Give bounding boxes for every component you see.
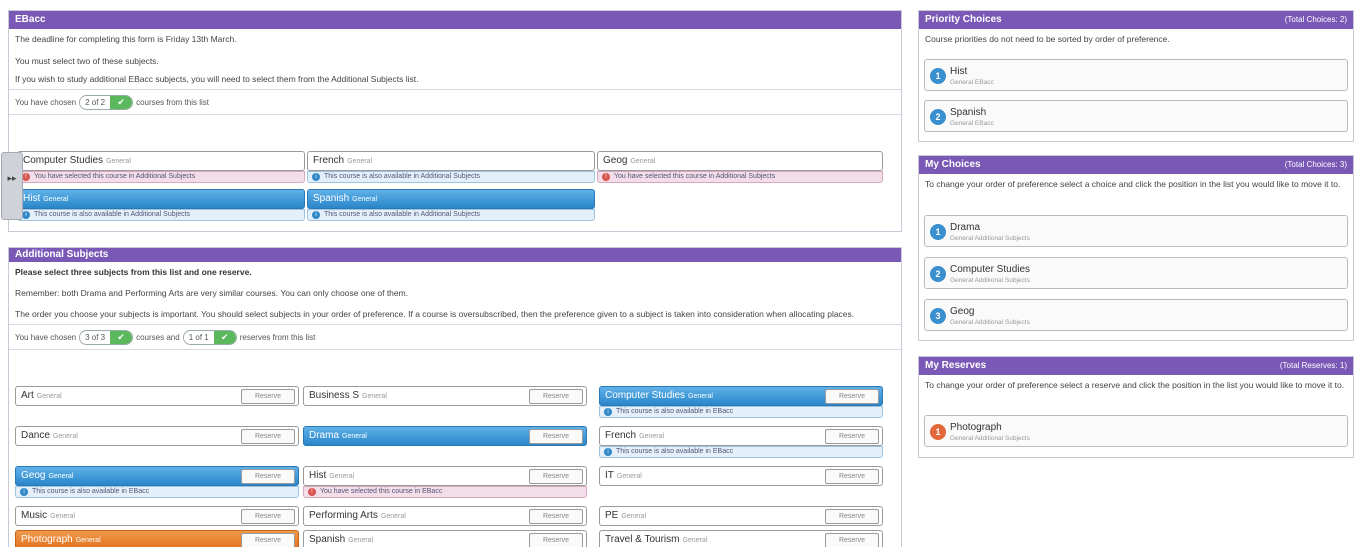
my-reserves-description: To change your order of preference selec…: [925, 380, 1345, 390]
ebacc-panel: EBacc The deadline for completing this f…: [8, 10, 902, 232]
additional-course-drama[interactable]: Drama General Reserve: [303, 426, 587, 446]
additional-course-it[interactable]: IT General Reserve: [599, 466, 883, 486]
additional-course-photograph[interactable]: Photograph General Reserve: [15, 530, 299, 547]
my-reserves-panel: My Reserves (Total Reserves: 1) To chang…: [918, 356, 1354, 458]
additional-course-note: i This course is also available in EBacc: [599, 406, 883, 418]
additional-course-business-s[interactable]: Business S General Reserve: [303, 386, 587, 406]
choice-item[interactable]: 1 Drama General Additional Subjects: [924, 215, 1348, 247]
additional-course-geog[interactable]: Geog General Reserve: [15, 466, 299, 486]
priority-number-badge: 1: [930, 68, 946, 84]
additional-reserve-counter: 1 of 1 ✔: [182, 329, 237, 345]
warning-icon: !: [602, 173, 610, 181]
additional-course-computer-studies[interactable]: Computer Studies General Reserve: [599, 386, 883, 406]
ebacc-course-french[interactable]: French General: [307, 151, 595, 171]
reserve-button[interactable]: Reserve: [825, 389, 879, 404]
reserve-button[interactable]: Reserve: [241, 469, 295, 484]
priority-item[interactable]: 1 Hist General EBacc: [924, 59, 1348, 91]
ebacc-chosen-counter: 2 of 2 ✔: [79, 94, 134, 110]
reserve-button[interactable]: Reserve: [825, 429, 879, 444]
additional-line-3: The order you choose your subjects is im…: [15, 309, 855, 319]
priority-number-badge: 2: [930, 109, 946, 125]
choice-number-badge: 3: [930, 308, 946, 324]
reserve-button[interactable]: Reserve: [241, 389, 295, 404]
check-icon: ✔: [213, 330, 236, 344]
additional-line-2: Remember: both Drama and Performing Arts…: [15, 288, 409, 298]
info-icon: i: [312, 211, 320, 219]
reserve-button[interactable]: Reserve: [241, 429, 295, 444]
additional-panel-title: Additional Subjects: [9, 248, 901, 262]
additional-course-pe[interactable]: PE General Reserve: [599, 506, 883, 526]
ebacc-course-note: i This course is also available in Additi…: [307, 209, 595, 221]
reserve-button[interactable]: Reserve: [529, 533, 583, 547]
reserve-button[interactable]: Reserve: [529, 469, 583, 484]
double-arrow-icon: ▸▸: [7, 173, 17, 183]
additional-course-spanish[interactable]: Spanish General Reserve: [303, 530, 587, 547]
ebacc-course-note: ! You have selected this course in Additi…: [17, 171, 305, 183]
reserve-item[interactable]: 1 Photograph General Additional Subjects: [924, 415, 1348, 447]
warning-icon: !: [22, 173, 30, 181]
my-reserves-title: My Reserves: [925, 360, 987, 371]
reserve-number-badge: 1: [930, 424, 946, 440]
info-icon: i: [22, 211, 30, 219]
ebacc-course-hist[interactable]: Hist General: [17, 189, 305, 209]
check-icon: ✔: [110, 330, 133, 344]
ebacc-course-note: i This course is also available in Additi…: [17, 209, 305, 221]
choice-item[interactable]: 2 Computer Studies General Additional Su…: [924, 257, 1348, 289]
priority-total-count: (Total Choices: 2): [1284, 15, 1347, 24]
additional-subjects-panel: Additional Subjects Please select three …: [8, 247, 902, 547]
info-icon: i: [20, 488, 28, 496]
my-reserves-total-count: (Total Reserves: 1): [1279, 361, 1347, 370]
reserve-button[interactable]: Reserve: [529, 389, 583, 404]
info-icon: i: [604, 448, 612, 456]
additional-course-music[interactable]: Music General Reserve: [15, 506, 299, 526]
info-icon: i: [604, 408, 612, 416]
additional-course-travel-tourism[interactable]: Travel & Tourism General Reserve: [599, 530, 883, 547]
priority-item[interactable]: 2 Spanish General EBacc: [924, 100, 1348, 132]
reserve-button[interactable]: Reserve: [825, 533, 879, 547]
choice-number-badge: 1: [930, 224, 946, 240]
additional-course-note: i This course is also available in EBacc: [599, 446, 883, 458]
additional-course-dance[interactable]: Dance General Reserve: [15, 426, 299, 446]
additional-course-note: ! You have selected this course in EBacc: [303, 486, 587, 498]
my-choices-description: To change your order of preference selec…: [925, 179, 1341, 189]
deadline-text: The deadline for completing this form is…: [15, 34, 237, 44]
side-collapse-tab[interactable]: ▸▸: [1, 152, 23, 220]
ebacc-chosen-summary: You have chosen 2 of 2 ✔ courses from th…: [15, 94, 895, 110]
additional-chosen-counter: 3 of 3 ✔: [79, 329, 134, 345]
choice-item[interactable]: 3 Geog General Additional Subjects: [924, 299, 1348, 331]
priority-description: Course priorities do not need to be sort…: [925, 34, 1170, 44]
ebacc-course-spanish[interactable]: Spanish General: [307, 189, 595, 209]
priority-choices-panel: Priority Choices (Total Choices: 2) Cour…: [918, 10, 1354, 142]
ebacc-panel-title: EBacc: [9, 11, 901, 29]
info-icon: i: [312, 173, 320, 181]
additional-course-hist[interactable]: Hist General Reserve: [303, 466, 587, 486]
additional-line-1: Please select three subjects from this l…: [15, 267, 252, 277]
additional-course-french[interactable]: French General Reserve: [599, 426, 883, 446]
reserve-button[interactable]: Reserve: [241, 509, 295, 524]
reserve-button[interactable]: Reserve: [529, 509, 583, 524]
ebacc-course-note: i This course is also available in Additi…: [307, 171, 595, 183]
my-choices-panel: My Choices (Total Choices: 3) To change …: [918, 155, 1354, 341]
ebacc-instruction: You must select two of these subjects.: [15, 56, 159, 66]
additional-chosen-summary: You have chosen 3 of 3 ✔ courses and 1 o…: [15, 329, 895, 345]
my-choices-total-count: (Total Choices: 3): [1284, 160, 1347, 169]
ebacc-course-computer-studies[interactable]: Computer Studies General: [17, 151, 305, 171]
choice-number-badge: 2: [930, 266, 946, 282]
additional-course-note: i This course is also available in EBacc: [15, 486, 299, 498]
my-choices-title: My Choices: [925, 159, 981, 170]
reserve-button[interactable]: Reserve: [529, 429, 583, 444]
ebacc-additional-note: If you wish to study additional EBacc su…: [15, 74, 419, 84]
additional-course-art[interactable]: Art General Reserve: [15, 386, 299, 406]
reserve-button[interactable]: Reserve: [241, 533, 295, 547]
check-icon: ✔: [110, 95, 133, 109]
warning-icon: !: [308, 488, 316, 496]
ebacc-course-note: ! You have selected this course in Additi…: [597, 171, 883, 183]
priority-panel-title: Priority Choices: [925, 14, 1002, 25]
reserve-button[interactable]: Reserve: [825, 509, 879, 524]
reserve-button[interactable]: Reserve: [825, 469, 879, 484]
ebacc-course-geog[interactable]: Geog General: [597, 151, 883, 171]
additional-course-performing-arts[interactable]: Performing Arts General Reserve: [303, 506, 587, 526]
